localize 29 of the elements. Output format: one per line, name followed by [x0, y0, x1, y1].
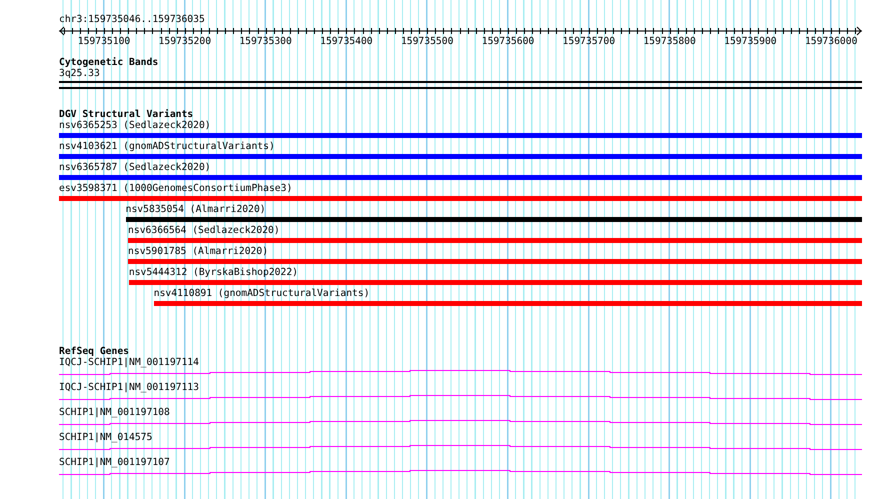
- tick-label: 159735800: [643, 36, 696, 47]
- tick-label: 159735300: [239, 36, 292, 47]
- gene-label: SCHIP1|NM_001197108: [59, 407, 171, 418]
- variant-label: esv3598371 (1000GenomesConsortiumPhase3): [59, 183, 294, 194]
- gene-label: IQCJ-SCHIP1|NM_001197114: [59, 357, 200, 368]
- gene-label: SCHIP1|NM_014575: [59, 432, 154, 443]
- location-label: chr3:159735046..159736035: [59, 13, 206, 25]
- variant-label: nsv5444312 (ByrskaBishop2022): [128, 267, 299, 278]
- tick-label: 159735600: [482, 36, 534, 47]
- tick-label: 159736000: [804, 36, 858, 47]
- gene-label: SCHIP1|NM_001197107: [59, 457, 171, 468]
- variant-label: nsv5901785 (Almarri2020): [128, 246, 270, 257]
- variant-label: nsv5835054 (Almarri2020): [126, 204, 267, 215]
- track-title: DGV Structural Variants: [59, 109, 194, 120]
- tick-label: 159735400: [320, 36, 373, 47]
- variant-label: nsv6366564 (Sedlazeck2020): [128, 225, 281, 236]
- variant-label: nsv6365253 (Sedlazeck2020): [59, 120, 212, 131]
- track-title: Cytogenetic Bands: [59, 57, 160, 68]
- tick-label: 159735100: [78, 36, 130, 47]
- variant-label: nsv4103621 (gnomADStructuralVariants): [59, 141, 276, 152]
- gene-label: IQCJ-SCHIP1|NM_001197113: [59, 382, 200, 393]
- tick-label: 159735500: [400, 36, 454, 47]
- tick-label: 159735900: [724, 36, 777, 47]
- band-label: 3q25.33: [59, 68, 101, 79]
- tick-label: 159735200: [158, 36, 212, 47]
- variant-label: nsv4110891 (gnomADStructuralVariants): [154, 288, 371, 299]
- variant-label: nsv6365787 (Sedlazeck2020): [59, 162, 212, 173]
- tick-label: 159735700: [562, 36, 616, 47]
- track-title: RefSeq Genes: [59, 346, 130, 357]
